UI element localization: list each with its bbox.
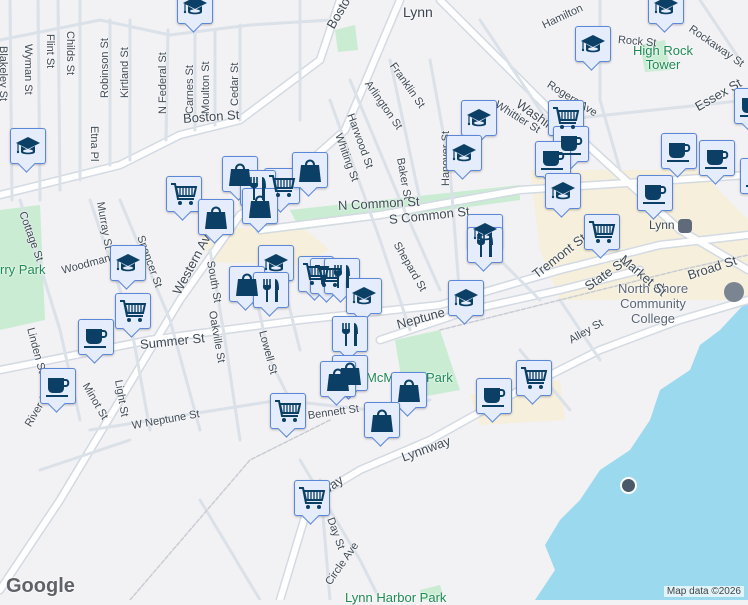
shopping-cart-icon <box>170 180 198 208</box>
shopping-bag-icon <box>324 365 352 393</box>
shopping-cart-icon <box>520 364 548 392</box>
street-label: Cedar St <box>229 62 241 106</box>
graduation-cap-icon <box>114 249 142 277</box>
transit-icon[interactable] <box>678 219 692 233</box>
coffee-cup-icon <box>703 144 731 172</box>
shopping-cart-icon <box>588 218 616 246</box>
shopping-bag-icon <box>296 156 324 184</box>
graduation-cap-icon <box>452 284 480 312</box>
google-logo: Google <box>6 575 75 597</box>
marker-grocery[interactable] <box>516 360 562 408</box>
marker-store[interactable] <box>364 402 410 450</box>
fork-knife-icon <box>257 276 285 304</box>
coffee-cup-icon <box>82 323 110 351</box>
coffee-cup-icon <box>641 179 669 207</box>
marker-school[interactable] <box>448 280 494 328</box>
marker-store[interactable] <box>198 199 244 247</box>
marker-restaurant[interactable] <box>467 227 513 275</box>
city-label-lynn: Lynn <box>403 4 433 20</box>
graduation-cap-icon <box>579 30 607 58</box>
marker-school[interactable] <box>110 245 156 293</box>
map-attribution[interactable]: Map data ©2026 <box>663 586 744 597</box>
street-label: Flint St <box>44 34 56 69</box>
marker-store[interactable] <box>292 152 338 200</box>
water-harbor <box>535 300 748 600</box>
coffee-cup-icon <box>44 372 72 400</box>
graduation-cap-icon <box>14 132 42 160</box>
marker-cafe[interactable] <box>699 140 745 188</box>
street-label: Etna Pl <box>88 126 100 162</box>
shopping-bag-icon <box>202 203 230 231</box>
graduation-cap-icon <box>262 249 290 277</box>
graduation-cap-icon <box>549 177 577 205</box>
marker-school[interactable] <box>575 26 621 74</box>
street-label: Robinson St <box>99 38 111 98</box>
place-lynn-harbor-park[interactable]: Lynn Harbor Park <box>345 590 446 605</box>
coffee-cup-icon <box>480 382 508 410</box>
street-label: Kirtland St <box>119 47 131 98</box>
marker-restaurant[interactable] <box>253 272 299 320</box>
fork-knife-icon <box>336 320 364 348</box>
marker-school[interactable] <box>446 135 492 183</box>
marker-cafe[interactable] <box>637 175 683 223</box>
street-label: Childs St <box>64 31 76 76</box>
graduation-cap-icon <box>350 282 378 310</box>
marker-grocery[interactable] <box>294 480 340 528</box>
street-label: Carnes St <box>184 65 196 114</box>
street-label: N Federal St <box>157 52 169 114</box>
graduation-cap-icon <box>450 139 478 167</box>
marker-school[interactable] <box>648 0 694 36</box>
graduation-cap-icon <box>465 104 493 132</box>
college-icon[interactable] <box>724 282 744 302</box>
shopping-cart-icon <box>552 104 580 132</box>
shopping-bag-icon <box>395 376 423 404</box>
marker-school[interactable] <box>10 128 56 176</box>
shopping-bag-icon <box>368 406 396 434</box>
marker-cafe[interactable] <box>740 158 748 206</box>
marker-school[interactable] <box>177 0 223 36</box>
marker-cafe[interactable] <box>40 368 86 416</box>
shopping-bag-icon <box>246 192 274 220</box>
street-label: Blakeley St <box>0 46 9 102</box>
coffee-cup-icon <box>665 137 693 165</box>
marker-cafe[interactable] <box>78 319 124 367</box>
shopping-cart-icon <box>298 484 326 512</box>
graduation-cap-icon <box>181 0 209 20</box>
marker-grocery[interactable] <box>270 393 316 441</box>
place-perry-park[interactable]: rry Park <box>0 262 46 277</box>
coffee-cup-icon <box>738 92 748 120</box>
shopping-cart-icon <box>119 297 147 325</box>
graduation-cap-icon <box>652 0 680 20</box>
coffee-cup-icon <box>539 145 567 173</box>
street-label: Wyman St <box>22 44 34 95</box>
marker-cafe[interactable] <box>734 88 748 136</box>
street-label: Moulton St <box>200 61 212 114</box>
shopping-cart-icon <box>274 397 302 425</box>
marker-grocery[interactable] <box>584 214 630 262</box>
fork-knife-icon <box>471 231 499 259</box>
ferry-icon[interactable] <box>620 477 637 494</box>
coffee-cup-icon <box>744 162 748 190</box>
place-high-rock-tower[interactable]: High Rock Tower <box>628 44 698 72</box>
